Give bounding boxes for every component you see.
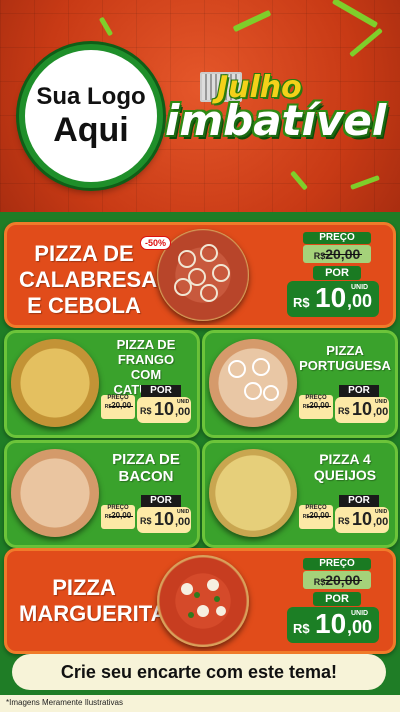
streamer-decoration [232, 9, 272, 33]
por-label: POR [141, 385, 181, 397]
old-price-box: R$20,00 [303, 245, 371, 263]
por-label: POR [339, 385, 379, 397]
pizza-image [209, 339, 297, 427]
discount-badge: -50% [140, 236, 172, 250]
cta-text: Crie seu encarte com este tema! [60, 661, 338, 682]
por-label: POR [313, 266, 361, 280]
featured-card-marguerita[interactable]: PIZZA MARGUERITA PREÇO R$20,00 POR R$ 10… [4, 548, 396, 654]
new-price-box: R$ 10 ,00 UNID [335, 507, 389, 533]
streamer-decoration [349, 27, 383, 58]
pizza-name: PIZZA PORTUGUESA [299, 343, 391, 373]
pizza-name: PIZZA DE CALABRESA E CEBOLA [19, 241, 158, 318]
pizza-image [157, 555, 249, 647]
pizza-image [209, 449, 297, 537]
pizza-name: PIZZA MARGUERITA [19, 575, 167, 626]
pizza-image [11, 449, 99, 537]
por-label: POR [313, 592, 361, 606]
promo-title: Julho imbatível [165, 70, 395, 160]
grid-card-frango[interactable]: PIZZA DEFRANGO COMCATUPIRY POR PREÇO R$2… [4, 330, 200, 438]
grid-card-portuguesa[interactable]: PIZZA PORTUGUESA POR PREÇO R$20,00 R$ 10 … [202, 330, 398, 438]
old-price-box: PREÇO R$20,00 [101, 395, 135, 419]
por-label: POR [141, 495, 181, 507]
cta-banner[interactable]: Crie seu encarte com este tema! [12, 654, 386, 690]
logo-text-line1: Sua Logo [36, 83, 146, 110]
por-label: POR [339, 495, 379, 507]
new-price-box: R$ 10 ,00 UNID [137, 397, 191, 423]
new-price-box: R$ 10 ,00 UNID [335, 397, 389, 423]
promo-title-line2: imbatível [165, 96, 387, 145]
new-price-box: R$ 10 ,00 UNID [287, 281, 379, 317]
streamer-decoration [98, 16, 114, 37]
price-label: PREÇO [303, 232, 371, 244]
old-price-box: R$20,00 [303, 571, 371, 589]
old-price-box: PREÇO R$20,00 [299, 505, 333, 529]
pizza-image [11, 339, 99, 427]
pizza-name: PIZZA 4 QUEIJOS [313, 451, 377, 483]
streamer-decoration [350, 175, 380, 190]
disclaimer-text: *Imagens Meramente Ilustrativas [6, 698, 123, 707]
new-price-box: R$ 10 ,00 UNID [137, 507, 191, 533]
price-label: PREÇO [303, 558, 371, 570]
grid-card-4-queijos[interactable]: PIZZA 4 QUEIJOS POR PREÇO R$20,00 R$ 10 ,… [202, 440, 398, 548]
streamer-decoration [290, 170, 308, 191]
old-price-box: PREÇO R$20,00 [101, 505, 135, 529]
logo-text-line2: Aqui [53, 111, 129, 149]
new-price-box: R$ 10 ,00 UNID [287, 607, 379, 643]
old-price-box: PREÇO R$20,00 [299, 395, 333, 419]
header-banner: Sua Logo Aqui Julho imbatível [0, 0, 400, 218]
streamer-decoration [331, 0, 379, 29]
logo-placeholder: Sua Logo Aqui [19, 44, 163, 188]
featured-card-calabresa[interactable]: PIZZA DE CALABRESA E CEBOLA PREÇO R$20,0… [4, 222, 396, 328]
pizza-name: PIZZA DE BACON [112, 451, 180, 485]
grid-card-bacon[interactable]: PIZZA DE BACON POR PREÇO R$20,00 R$ 10 ,0… [4, 440, 200, 548]
